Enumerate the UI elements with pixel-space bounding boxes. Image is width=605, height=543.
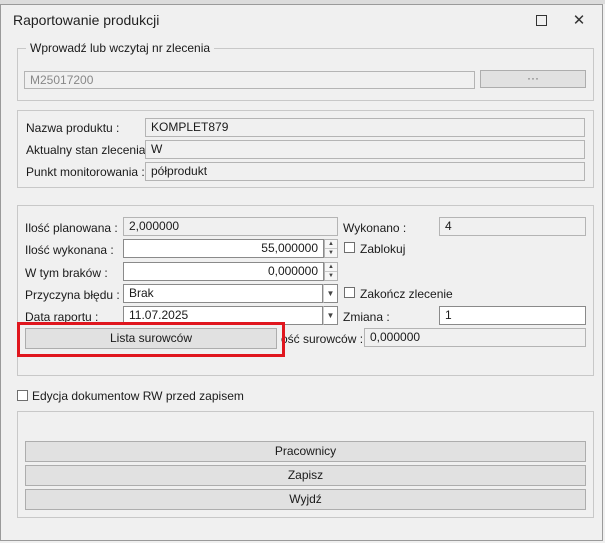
maximize-button[interactable] [521, 7, 561, 33]
shift-input[interactable]: 1 [439, 306, 586, 325]
product-name-field: KOMPLET879 [145, 118, 585, 137]
order-legend: Wprowadź lub wczytaj nr zlecenia [26, 41, 215, 55]
done-field: 4 [439, 217, 586, 236]
close-button[interactable]: ✕ [559, 7, 599, 33]
maximize-icon [535, 14, 547, 26]
monitoring-point-label: Punkt monitorowania : [26, 165, 145, 179]
report-date-dropdown[interactable]: ▼ [323, 306, 338, 325]
made-qty-spinner[interactable]: ▲ ▼ [324, 239, 338, 258]
window-title: Raportowanie produkcji [13, 12, 160, 28]
chevron-down-icon: ▼ [326, 289, 335, 298]
rw-edit-label: Edycja dokumentow RW przed zapisem [32, 389, 244, 403]
scrap-qty-input[interactable]: 0,000000 [123, 262, 324, 281]
error-reason-label: Przyczyna błędu : [25, 288, 120, 302]
order-state-field: W [145, 140, 585, 159]
made-qty-label: Ilość wykonana : [25, 243, 114, 257]
product-name-label: Nazwa produktu : [26, 121, 120, 135]
materials-qty-field: 0,000000 [364, 328, 586, 347]
materials-qty-label: ość surowców : [281, 332, 364, 346]
close-order-label: Zakończ zlecenie [360, 287, 453, 301]
highlight-box [17, 322, 285, 357]
spin-up-icon[interactable]: ▲ [325, 240, 337, 249]
save-button[interactable]: Zapisz [25, 465, 586, 486]
spin-down-icon[interactable]: ▼ [325, 272, 337, 280]
workers-button[interactable]: Pracownicy [25, 441, 586, 462]
lock-label: Zablokuj [360, 242, 406, 256]
lock-checkbox[interactable] [344, 242, 355, 253]
spin-down-icon[interactable]: ▼ [325, 249, 337, 257]
chevron-down-icon: ▼ [326, 311, 335, 320]
scrap-qty-label: W tym braków : [25, 266, 108, 280]
planned-qty-field: 2,000000 [123, 217, 338, 236]
done-label: Wykonano : [343, 221, 407, 235]
shift-label: Zmiana : [343, 310, 390, 324]
close-order-checkbox[interactable] [344, 287, 355, 298]
error-reason-dropdown[interactable]: ▼ [323, 284, 338, 303]
close-icon: ✕ [572, 12, 586, 29]
order-state-label: Aktualny stan zlecenia : [26, 143, 153, 157]
order-browse-button[interactable]: ··· [480, 70, 586, 88]
error-reason-select[interactable]: Brak [123, 284, 323, 303]
scrap-qty-spinner[interactable]: ▲ ▼ [324, 262, 338, 281]
order-number-field[interactable]: M25017200 [24, 71, 475, 89]
spin-up-icon[interactable]: ▲ [325, 263, 337, 272]
made-qty-input[interactable]: 55,000000 [123, 239, 324, 258]
monitoring-point-field: półprodukt [145, 162, 585, 181]
rw-edit-checkbox[interactable] [17, 390, 28, 401]
planned-qty-label: Ilość planowana : [25, 221, 118, 235]
exit-button[interactable]: Wyjdź [25, 489, 586, 510]
